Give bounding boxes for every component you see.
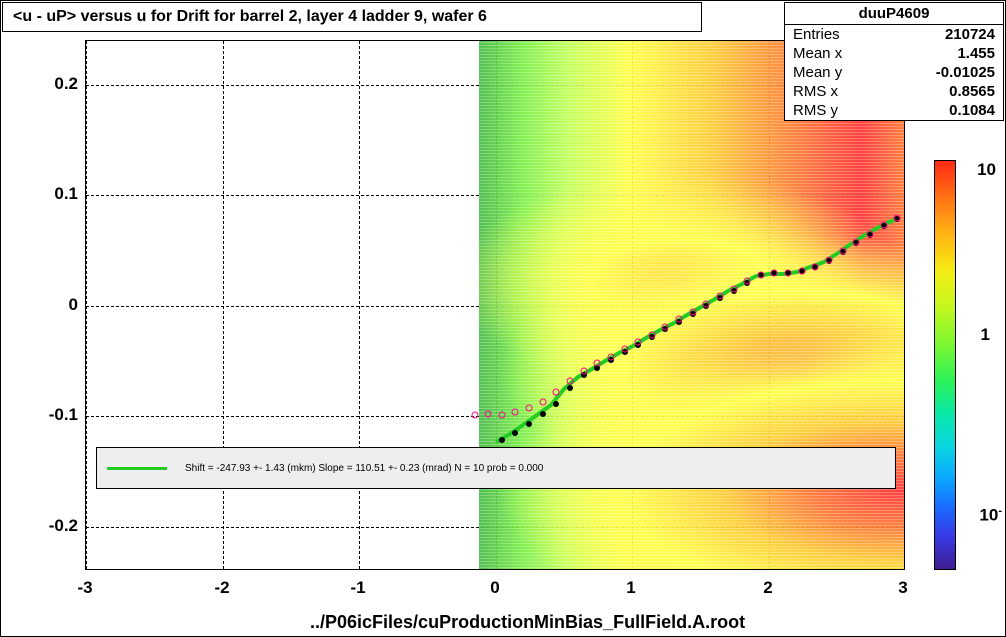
data-point xyxy=(526,405,533,412)
data-point xyxy=(540,411,546,417)
stats-row: Entries210724 xyxy=(785,25,1003,44)
data-point xyxy=(580,368,587,375)
data-point xyxy=(894,215,901,222)
stats-box: duuP4609 Entries210724 Mean x1.455 Mean … xyxy=(784,2,1004,121)
fit-legend-text: Shift = -247.93 +- 1.43 (mkm) Slope = 11… xyxy=(185,463,543,474)
data-point xyxy=(621,346,628,353)
data-point xyxy=(526,421,532,427)
data-point xyxy=(866,230,873,237)
stats-row: RMS x0.8565 xyxy=(785,82,1003,101)
plot-title-box: <u - uP> versus u for Drift for barrel 2… xyxy=(2,2,702,32)
data-point xyxy=(812,263,819,270)
data-point xyxy=(689,308,696,315)
data-point xyxy=(553,388,560,395)
data-point xyxy=(662,324,669,331)
stats-row: Mean x1.455 xyxy=(785,44,1003,63)
x-tick: -2 xyxy=(214,578,229,598)
data-point xyxy=(785,270,792,277)
grid-v xyxy=(86,41,87,569)
y-tick: -0.1 xyxy=(18,405,78,425)
data-point xyxy=(757,272,764,279)
data-point xyxy=(676,316,683,323)
data-point xyxy=(880,221,887,228)
data-point xyxy=(635,339,642,346)
stats-name: duuP4609 xyxy=(785,3,1003,25)
z-tick: 1 xyxy=(981,325,990,345)
data-point xyxy=(553,401,559,407)
data-point xyxy=(471,412,478,419)
y-tick: -0.2 xyxy=(18,516,78,536)
data-point xyxy=(839,248,846,255)
data-point xyxy=(703,300,710,307)
y-tick: 0.2 xyxy=(18,74,78,94)
data-point xyxy=(539,398,546,405)
x-tick: 2 xyxy=(763,578,772,598)
data-point xyxy=(594,360,601,367)
stats-row: Mean y-0.01025 xyxy=(785,63,1003,82)
data-point xyxy=(716,293,723,300)
y-tick: 0.1 xyxy=(18,184,78,204)
data-point xyxy=(648,331,655,338)
data-point xyxy=(798,267,805,274)
fit-legend-box: Shift = -247.93 +- 1.43 (mkm) Slope = 11… xyxy=(96,447,896,489)
data-point xyxy=(744,277,751,284)
x-tick: -1 xyxy=(350,578,365,598)
grid-v xyxy=(359,41,360,569)
x-tick: -3 xyxy=(77,578,92,598)
grid-v xyxy=(223,41,224,569)
data-point xyxy=(498,412,505,419)
data-point xyxy=(730,285,737,292)
stats-row: RMS y0.1084 xyxy=(785,101,1003,120)
data-point xyxy=(512,430,518,436)
z-tick: 10 xyxy=(977,160,996,180)
data-point xyxy=(512,408,519,415)
data-point xyxy=(566,377,573,384)
data-point xyxy=(607,353,614,360)
data-point xyxy=(499,437,505,443)
plot-title: <u - uP> versus u for Drift for barrel 2… xyxy=(13,8,487,26)
x-tick: 1 xyxy=(626,578,635,598)
plot-area xyxy=(85,40,905,570)
data-point xyxy=(567,385,573,391)
x-tick: 0 xyxy=(490,578,499,598)
colorbar xyxy=(934,160,956,570)
data-point xyxy=(485,410,492,417)
fit-line-sample xyxy=(107,467,167,470)
y-tick: 0 xyxy=(18,295,78,315)
file-path-label: ../P06icFiles/cuProductionMinBias_FullFi… xyxy=(310,612,745,633)
data-point xyxy=(826,256,833,263)
data-point xyxy=(771,270,778,277)
z-tick: 10- xyxy=(979,505,1002,526)
data-point xyxy=(853,239,860,246)
x-tick: 3 xyxy=(898,578,907,598)
